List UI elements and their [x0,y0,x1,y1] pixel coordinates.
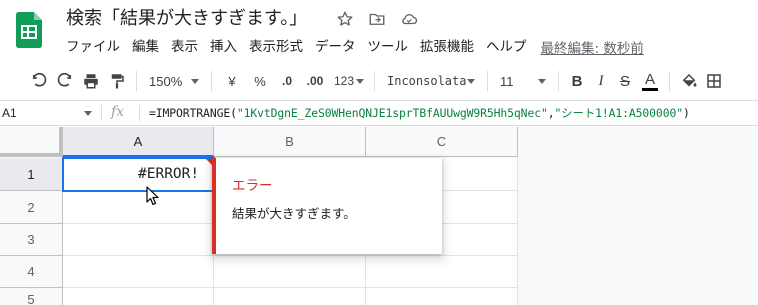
toolbar-divider [211,71,212,91]
document-title[interactable]: 検索「結果が大きすぎます。」 [66,6,307,32]
print-icon[interactable] [78,68,104,94]
formula-arg-spreadsheet-key: "1KvtDgnE_ZeS0WHenQNJE1sprTBfAUUwgW9R5Hh… [236,106,548,120]
menu-edit[interactable]: 編集 [126,36,165,58]
menu-help[interactable]: ヘルプ [480,36,533,58]
menu-tools[interactable]: ツール [362,36,415,58]
strikethrough-button[interactable]: S [613,68,637,94]
cell-a3[interactable] [63,224,214,256]
chevron-down-icon [467,78,475,84]
formula-close-paren: ) [682,106,690,120]
font-size-value: 11 [500,73,514,89]
cell-a5[interactable] [63,288,214,305]
sheets-logo-icon[interactable] [16,12,42,48]
italic-button[interactable]: I [589,68,613,94]
cell-c4[interactable] [366,256,518,288]
menu-insert[interactable]: 挿入 [204,36,243,58]
select-all-corner[interactable] [0,127,63,157]
zoom-select[interactable]: 150% [143,68,205,94]
row-header-3[interactable]: 3 [0,224,63,256]
decrease-decimal-button[interactable]: .0 [274,68,300,94]
toolbar-divider [487,71,488,91]
font-family-value: Inconsolata [387,74,467,88]
chevron-down-icon [84,111,92,116]
bold-button[interactable]: B [565,68,589,94]
cell-b5[interactable] [214,288,366,305]
toolbar-divider [669,71,670,91]
move-folder-icon[interactable] [366,8,388,30]
menu-extensions[interactable]: 拡張機能 [414,36,480,58]
borders-icon[interactable] [702,68,726,94]
currency-format-button[interactable]: ¥ [218,68,246,94]
chevron-down-icon [356,78,365,84]
cloud-status-icon[interactable] [398,8,420,30]
font-family-select[interactable]: Inconsolata [381,68,481,94]
row-header-1[interactable]: 1 [0,158,63,191]
error-message: 結果が大きすぎます。 [232,206,356,221]
column-header-c[interactable]: C [366,127,518,157]
zoom-value: 150% [149,73,183,89]
fx-icon: fx [111,104,125,120]
menu-file[interactable]: ファイル [60,36,126,58]
name-box-value: A1 [2,106,17,120]
undo-icon[interactable] [26,68,52,94]
row-header-5[interactable]: 5 [0,288,63,305]
column-header-b[interactable]: B [214,127,366,157]
redo-icon[interactable] [52,68,78,94]
menu-format[interactable]: 表示形式 [243,36,309,58]
formula-input[interactable]: =IMPORTRANGE("1KvtDgnE_ZeS0WHenQNJE1sprT… [149,101,690,125]
formula-function: =IMPORTRANGE( [149,106,237,120]
toolbar-divider [136,71,137,91]
error-title: エラー [232,178,273,194]
row-header-4[interactable]: 4 [0,256,63,288]
name-box[interactable]: A1 [0,101,100,125]
percent-format-button[interactable]: % [246,68,274,94]
error-tooltip: エラー 結果が大きすぎます。 [212,158,442,254]
more-formats-label: 123 [333,74,355,88]
cell-b4[interactable] [214,256,366,288]
chevron-down-icon [538,78,546,84]
fill-color-icon[interactable] [676,68,702,94]
toolbar-divider [558,71,559,91]
toolbar: 150% ¥ % .0 .00 123 Inconsolata 11 B I S… [0,66,758,96]
more-formats-select[interactable]: 123 [330,68,368,94]
increase-decimal-button[interactable]: .00 [300,68,330,94]
row-header-2[interactable]: 2 [0,191,63,224]
menu-view[interactable]: 表示 [165,36,204,58]
cell-c5[interactable] [366,288,518,305]
formula-bar: A1 fx =IMPORTRANGE("1KvtDgnE_ZeS0WHenQNJ… [0,101,758,126]
paint-format-icon[interactable] [104,68,130,94]
divider [139,105,140,121]
mouse-pointer-icon [146,186,160,210]
menu-data[interactable]: データ [309,36,362,58]
text-color-swatch [642,87,658,91]
text-color-button[interactable]: A [637,68,663,94]
star-icon[interactable] [334,8,356,30]
formula-arg-range: "シート1!A1:A500000" [554,106,683,120]
font-size-select[interactable]: 11 [494,68,552,94]
cell-a4[interactable] [63,256,214,288]
cell-a2[interactable] [63,191,214,224]
text-color-label: A [644,70,655,88]
chevron-down-icon [191,78,199,84]
toolbar-divider [374,71,375,91]
last-edit-link[interactable]: 最終編集: 数秒前 [535,37,650,57]
menu-bar: ファイル 編集 表示 挿入 表示形式 データ ツール 拡張機能 ヘルプ 最終編集… [60,36,650,58]
active-cell-selection [62,157,215,192]
column-header-a[interactable]: A [63,127,214,157]
divider [101,105,102,121]
